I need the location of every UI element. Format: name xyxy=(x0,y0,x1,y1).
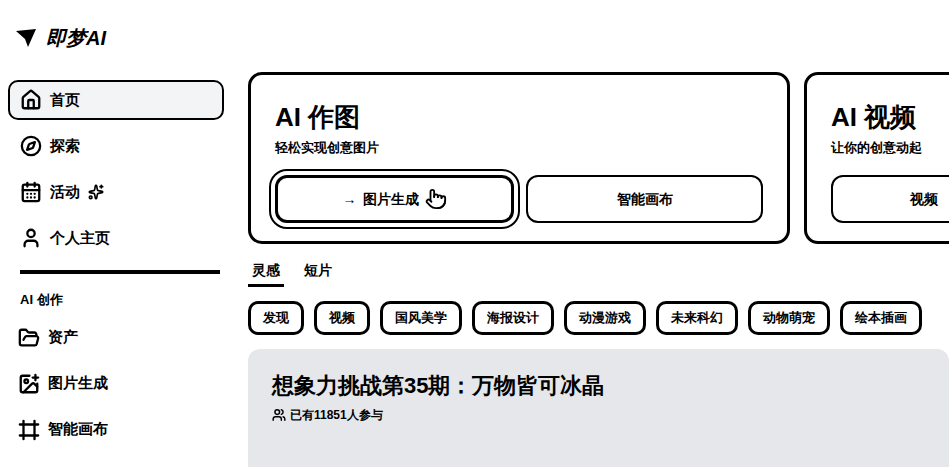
nav-item[interactable]: 活动 xyxy=(8,172,224,212)
nav-icon xyxy=(20,135,42,157)
badge-icon xyxy=(88,184,104,200)
nav-item[interactable]: 探索 xyxy=(8,126,224,166)
category-chip[interactable]: 国风美学 xyxy=(380,301,462,335)
tool-item[interactable]: 智能画布 xyxy=(8,410,224,450)
feature-card: AI 作图轻松实现创意图片→图片生成智能画布 xyxy=(248,72,790,244)
divider xyxy=(20,270,220,274)
category-chip[interactable]: 绘本插画 xyxy=(840,301,922,335)
cards: AI 作图轻松实现创意图片→图片生成智能画布AI 视频让你的创意动起视频 xyxy=(248,72,949,244)
tools: 资产图片生成智能画布 xyxy=(8,318,224,450)
section-title: AI 创作 xyxy=(8,290,224,310)
nav-icon xyxy=(20,227,42,249)
card-button[interactable]: 视频 xyxy=(831,175,949,223)
category-chip[interactable]: 发现 xyxy=(248,301,304,335)
card-button[interactable]: 智能画布 xyxy=(526,175,763,223)
category-chip[interactable]: 未来科幻 xyxy=(656,301,738,335)
categories: 发现视频国风美学海报设计动漫游戏未来科幻动物萌宠绘本插画 xyxy=(248,301,949,335)
app: 即梦AI首页探索活动个人主页AI 创作资产图片生成智能画布AI 作图轻松实现创意… xyxy=(0,0,949,467)
tool-icon xyxy=(18,419,40,441)
tab[interactable]: 灵感 xyxy=(248,260,284,287)
cursor-icon xyxy=(425,188,447,210)
sidebar: 即梦AI 首页探索活动个人主页 AI 创作资产图片生成智能画布 xyxy=(0,0,232,467)
nav-icon xyxy=(20,89,42,111)
main: AI 作图轻松实现创意图片→图片生成智能画布AI 视频让你的创意动起视频灵感短片… xyxy=(232,0,949,467)
category-chip[interactable]: 海报设计 xyxy=(472,301,554,335)
tab[interactable]: 短片 xyxy=(300,260,336,287)
tool-item[interactable]: 图片生成 xyxy=(8,364,224,404)
banner[interactable]: 想象力挑战第35期：万物皆可冰晶已有11851人参与 xyxy=(248,349,949,467)
tool-icon xyxy=(18,373,40,395)
nav: 首页探索活动个人主页 xyxy=(8,80,224,258)
tabs: 灵感短片 xyxy=(248,260,949,287)
participants-icon xyxy=(272,408,286,422)
nav-item[interactable]: 首页 xyxy=(8,80,224,120)
category-chip[interactable]: 动漫游戏 xyxy=(564,301,646,335)
tool-item[interactable]: 资产 xyxy=(8,318,224,358)
feature-card: AI 视频让你的创意动起视频 xyxy=(804,72,949,244)
category-chip[interactable]: 视频 xyxy=(314,301,370,335)
category-chip[interactable]: 动物萌宠 xyxy=(748,301,830,335)
logo[interactable]: 即梦AI xyxy=(8,22,224,54)
nav-item[interactable]: 个人主页 xyxy=(8,218,224,258)
logo-icon xyxy=(14,27,40,49)
card-button[interactable]: →图片生成 xyxy=(275,175,514,223)
nav-icon xyxy=(20,181,42,203)
tool-icon xyxy=(18,327,40,349)
